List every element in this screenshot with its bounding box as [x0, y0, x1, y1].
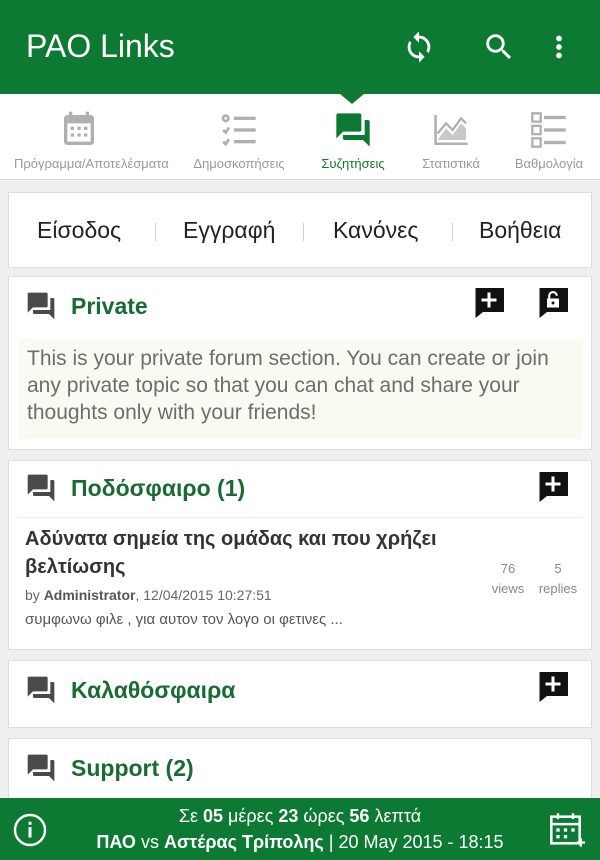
tab-standings[interactable]: Βαθμολογία — [484, 94, 600, 180]
topic-excerpt: συμφωνω φιλε , για αυτον τον λογο οι φετ… — [25, 611, 343, 628]
topic-meta: by Administrator, 12/04/2015 10:27:51 — [25, 587, 272, 603]
more-vert-icon — [556, 35, 562, 59]
ranking-list-icon — [531, 112, 566, 148]
replies-count: 5 replies — [538, 561, 578, 596]
tab-polls[interactable]: Δημοσκοπήσεις — [174, 94, 304, 180]
refresh-button[interactable] — [396, 24, 442, 70]
private-description: This is your private forum section. You … — [19, 339, 583, 439]
forum-icon — [27, 292, 55, 320]
active-tab-caret — [340, 94, 364, 104]
topic-date: , 12/04/2015 10:27:51 — [135, 587, 272, 603]
section-header[interactable]: Support (2) — [25, 751, 194, 785]
private-lock-icon[interactable] — [535, 285, 571, 321]
forum-icon — [27, 676, 55, 704]
add-topic-icon[interactable] — [471, 285, 507, 321]
calendar-icon — [64, 111, 94, 145]
divider — [303, 223, 304, 241]
section-title: Καλαθόσφαιρα — [71, 676, 236, 703]
divider — [19, 517, 581, 518]
section-header[interactable]: Ποδόσφαιρο (1) — [25, 471, 245, 505]
app-title: PAO Links — [26, 28, 175, 64]
checklist-icon — [221, 114, 256, 147]
forum-icon — [336, 113, 370, 147]
divider — [155, 223, 156, 241]
forum-menu: Είσοδος Εγγραφή Κανόνες Βοήθεια — [8, 192, 592, 268]
tab-label: Πρόγραμμα/Αποτελέσματα — [14, 156, 169, 171]
login-link[interactable]: Είσοδος — [37, 217, 121, 244]
basketball-section: Καλαθόσφαιρα — [8, 660, 592, 728]
app-bar: PAO Links — [0, 0, 600, 94]
section-title: Ποδόσφαιρο (1) — [71, 474, 246, 501]
topic-title[interactable]: Αδύνατα σημεία της ομάδας και που χρήζει… — [25, 525, 445, 581]
forum-icon — [27, 754, 55, 782]
register-link[interactable]: Εγγραφή — [183, 217, 275, 244]
add-topic-icon[interactable] — [535, 469, 571, 505]
next-match-text: ΠΑΟ vs Αστέρας Τρίπολης | 20 May 2015 - … — [96, 832, 504, 852]
calendar-add-icon[interactable] — [548, 810, 588, 850]
search-button[interactable] — [476, 24, 522, 70]
section-title: Support (2) — [71, 754, 194, 781]
help-link[interactable]: Βοήθεια — [479, 217, 561, 244]
countdown-text: Σε 05 μέρες 23 ώρες 56 λεπτά — [178, 806, 422, 826]
area-chart-icon — [434, 115, 468, 145]
private-section: Private This is your private forum secti… — [8, 276, 592, 450]
refresh-icon — [407, 31, 431, 63]
views-count: 76 views — [491, 561, 525, 596]
topic-author[interactable]: Administrator — [44, 587, 136, 603]
football-section: Ποδόσφαιρο (1) Αδύνατα σημεία της ομάδας… — [8, 460, 592, 650]
rules-link[interactable]: Κανόνες — [333, 217, 419, 244]
tab-label: Βαθμολογία — [514, 156, 584, 171]
tab-bar: Πρόγραμμα/Αποτελέσματα Δημοσκοπήσεις Συζ… — [0, 94, 600, 180]
section-header[interactable]: Καλαθόσφαιρα — [25, 673, 235, 707]
add-topic-icon[interactable] — [535, 669, 571, 705]
section-title: Private — [71, 292, 148, 319]
tab-label: Δημοσκοπήσεις — [193, 156, 285, 171]
section-header[interactable]: Private — [25, 289, 148, 323]
tab-schedule-results[interactable]: Πρόγραμμα/Αποτελέσματα — [14, 94, 169, 180]
divider — [452, 223, 453, 241]
overflow-menu-button[interactable] — [536, 24, 582, 70]
forum-icon — [27, 474, 55, 502]
search-icon — [486, 34, 512, 60]
next-match-bar: Σε 05 μέρες 23 ώρες 56 λεπτά ΠΑΟ vs Αστέ… — [0, 798, 600, 860]
